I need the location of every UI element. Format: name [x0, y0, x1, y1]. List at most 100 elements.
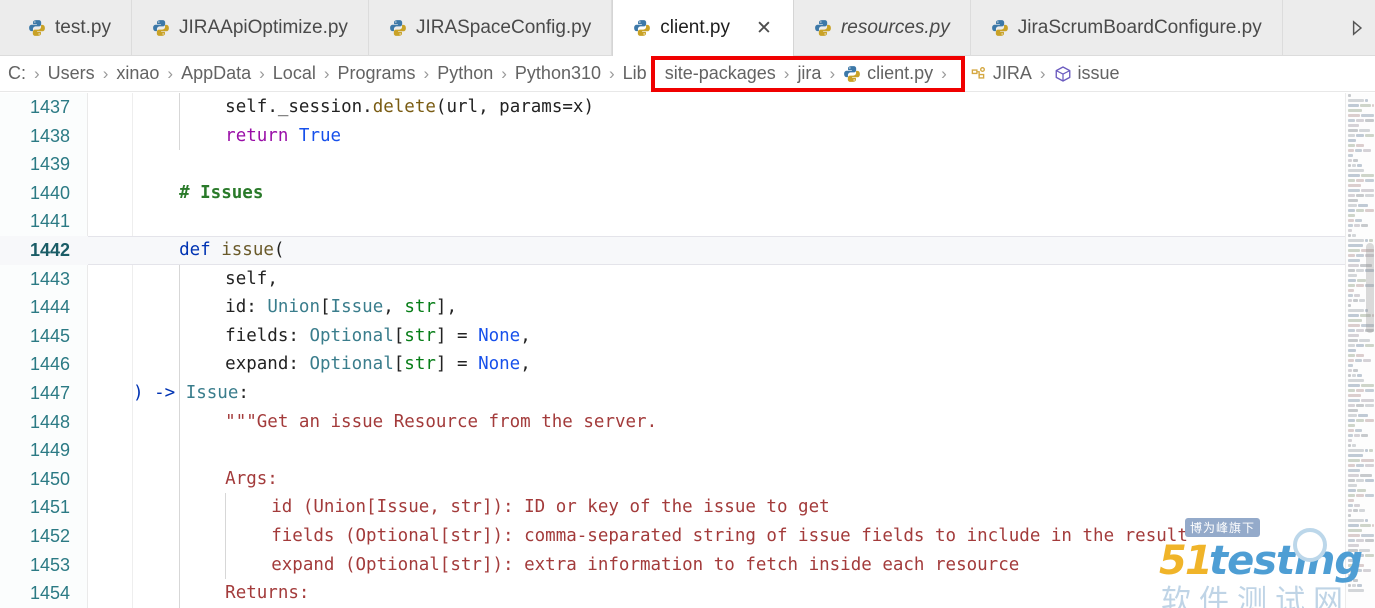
- code-token: # Issues: [179, 182, 264, 203]
- code-line[interactable]: 1445 fields: Optional[str] = None,: [0, 321, 1375, 351]
- code-token: """Get an issue Resource from the server…: [225, 411, 658, 432]
- minimap-segment: [1355, 219, 1362, 222]
- breadcrumb: C: › Users › xinao › AppData › Local › Programs › Py…: [0, 55, 1375, 92]
- breadcrumb-item-python[interactable]: Python: [435, 63, 495, 84]
- code-line[interactable]: 1453 expand (Optional[str]): extra inform…: [0, 550, 1375, 580]
- code-token: ,: [520, 325, 531, 346]
- breadcrumb-item-issue[interactable]: issue: [1052, 63, 1122, 84]
- breadcrumb-separator: ›: [323, 63, 330, 83]
- code-line[interactable]: 1451 id (Union[Issue, str]): ID or key of…: [0, 493, 1375, 522]
- minimap-segment: [1348, 319, 1362, 322]
- indent-guide: [179, 579, 181, 608]
- minimap-segment: [1348, 384, 1361, 387]
- code-text: id: Union[Issue, str],: [225, 293, 457, 322]
- code-editor[interactable]: 1437 self._session.delete(url, params=x) 1…: [0, 93, 1375, 608]
- minimap-segment: [1348, 489, 1356, 492]
- breadcrumb-item-python310[interactable]: Python310: [513, 63, 603, 84]
- code-line[interactable]: 1447) -> Issue:: [0, 378, 1375, 408]
- minimap-segment: [1348, 324, 1361, 327]
- code-line[interactable]: 1443 self,: [0, 264, 1375, 294]
- line-number: 1449: [29, 440, 70, 461]
- editor-tab-jiraspaceconfig-py[interactable]: JIRASpaceConfig.py: [369, 0, 613, 56]
- minimap-segment: [1356, 179, 1365, 182]
- breadcrumb-item-label: Lib: [622, 63, 647, 83]
- breadcrumb-item-lib[interactable]: Lib: [621, 63, 649, 84]
- code-token: [: [393, 325, 405, 346]
- minimap-segment: [1348, 544, 1359, 547]
- code-token: None: [478, 325, 521, 346]
- code-line[interactable]: 1439: [0, 150, 1375, 179]
- breadcrumb-item-c-[interactable]: C:: [6, 63, 28, 84]
- breadcrumb-item-appdata[interactable]: AppData: [179, 63, 253, 84]
- minimap-segment: [1348, 164, 1351, 167]
- breadcrumb-item-label: C:: [8, 63, 26, 83]
- editor-tab-client-py[interactable]: client.py ✕: [612, 0, 794, 56]
- code-token: True: [298, 125, 342, 146]
- code-token: =: [456, 325, 479, 346]
- tab-overflow-button[interactable]: [1339, 0, 1375, 55]
- minimap-segment: [1348, 169, 1364, 172]
- minimap-segment: [1356, 564, 1364, 567]
- code-line[interactable]: 1441: [0, 207, 1375, 236]
- breadcrumb-item-users[interactable]: Users: [46, 63, 97, 84]
- code-token: ]: [435, 325, 457, 346]
- code-line[interactable]: 1449: [0, 436, 1375, 465]
- minimap-segment: [1355, 359, 1362, 362]
- minimap-segment: [1348, 284, 1355, 287]
- line-number: 1447: [29, 382, 70, 403]
- breadcrumb-item-label: site-packages: [664, 63, 776, 83]
- breadcrumb-item-jira[interactable]: jira: [795, 63, 823, 84]
- scrollbar-thumb[interactable]: [1366, 243, 1374, 333]
- minimap-segment: [1355, 569, 1362, 572]
- editor-tab-jirascrumboardconfigure-py[interactable]: JiraScrumBoardConfigure.py: [971, 0, 1283, 56]
- code-line[interactable]: 1452 fields (Optional[str]): comma-separa…: [0, 521, 1375, 551]
- code-token: str: [404, 297, 436, 318]
- code-token: Args:: [225, 468, 278, 489]
- code-line[interactable]: 1437 self._session.delete(url, params=x): [0, 93, 1375, 122]
- editor-tab-jiraapioptimize-py[interactable]: JIRAApiOptimize.py: [132, 0, 369, 56]
- minimap-segment: [1348, 339, 1358, 342]
- code-token: =: [456, 354, 479, 375]
- breadcrumb-item-client-py[interactable]: client.py: [841, 63, 935, 84]
- code-line[interactable]: 1454 Returns:: [0, 579, 1375, 608]
- minimap-segment: [1356, 254, 1365, 257]
- minimap-segment: [1348, 454, 1363, 457]
- breadcrumb-item-site-packages[interactable]: site-packages: [663, 63, 778, 84]
- close-icon[interactable]: ✕: [755, 19, 773, 38]
- code-line[interactable]: 1450 Args:: [0, 464, 1375, 494]
- editor-tab-label: client.py: [660, 17, 730, 38]
- code-token: (: [435, 97, 447, 117]
- minimap-segment: [1348, 554, 1356, 557]
- breadcrumb-item-xinao[interactable]: xinao: [114, 63, 161, 84]
- breadcrumb-separator: ›: [609, 63, 615, 83]
- minimap-segment: [1348, 154, 1353, 157]
- breadcrumb-item-programs[interactable]: Programs: [336, 63, 418, 84]
- breadcrumb-item-jira[interactable]: JIRA: [967, 63, 1034, 84]
- breadcrumb-highlight-box: site-packages › jira › client.py ›: [650, 55, 965, 92]
- code-text: """Get an issue Resource from the server…: [225, 408, 657, 437]
- code-line[interactable]: 1448 """Get an issue Resource from the se…: [0, 407, 1375, 437]
- breadcrumb-item-label: issue: [1077, 63, 1120, 83]
- breadcrumb-separator: ›: [167, 63, 174, 83]
- breadcrumb-item-label: Python: [437, 63, 494, 83]
- code-line[interactable]: 1444 id: Union[Issue, str],: [0, 293, 1375, 322]
- vertical-scrollbar[interactable]: [1365, 93, 1375, 608]
- editor-tab-resources-py[interactable]: resources.py: [794, 0, 971, 56]
- breadcrumb-item-local[interactable]: Local: [271, 63, 318, 84]
- minimap-segment: [1348, 239, 1364, 242]
- code-line[interactable]: 1442 def issue(: [0, 235, 1375, 265]
- python-file-icon: [991, 20, 1008, 36]
- line-number: 1438: [29, 125, 70, 146]
- indent-guide: [179, 350, 181, 379]
- line-number: 1437: [29, 97, 70, 117]
- minimap-segment: [1348, 219, 1354, 222]
- minimap-segment: [1348, 359, 1354, 362]
- editor-tab-test-py[interactable]: test.py: [0, 0, 132, 56]
- code-line[interactable]: 1440 # Issues: [0, 179, 1375, 208]
- code-line[interactable]: 1446 expand: Optional[str] = None,: [0, 350, 1375, 379]
- minimap-segment: [1353, 159, 1358, 162]
- minimap-segment: [1356, 284, 1364, 287]
- code-line[interactable]: 1438 return True: [0, 121, 1375, 151]
- minimap-segment: [1356, 144, 1364, 147]
- minimap-segment: [1356, 464, 1365, 467]
